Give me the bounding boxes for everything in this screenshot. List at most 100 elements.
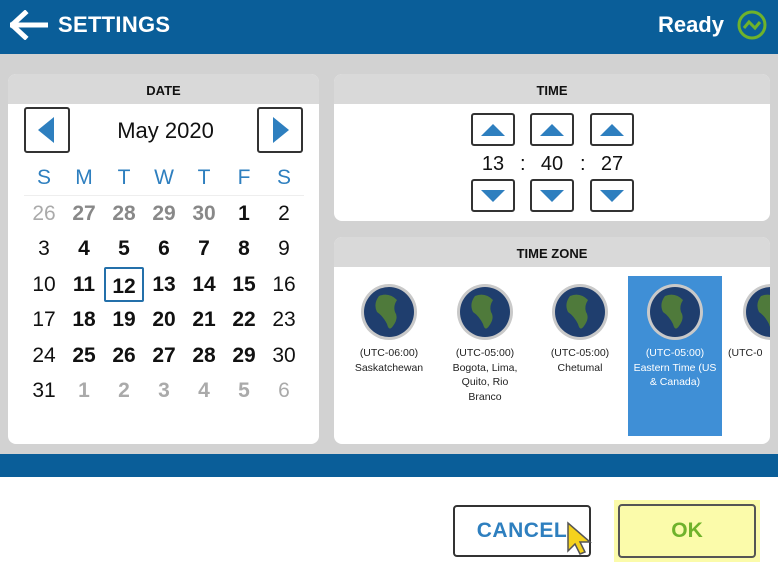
second-down-button[interactable] — [590, 179, 634, 212]
weekday-label: T — [117, 165, 131, 189]
calendar-day[interactable]: 4 — [64, 231, 104, 266]
calendar-day[interactable]: 31 — [24, 373, 64, 408]
weekday-label: W — [154, 165, 174, 189]
calendar-day[interactable]: 15 — [224, 267, 264, 302]
calendar-day[interactable]: 11 — [64, 267, 104, 302]
triangle-up-icon — [481, 124, 505, 136]
calendar-day[interactable]: 26 — [24, 196, 64, 231]
triangle-up-icon — [600, 124, 624, 136]
calendar-day[interactable]: 3 — [24, 231, 64, 266]
calendar-day[interactable]: 14 — [184, 267, 224, 302]
calendar-day[interactable]: 23 — [264, 302, 304, 337]
date-panel: DATE May 2020 S M T W T F S 26 27 28 29 … — [8, 74, 319, 444]
calendar-day[interactable]: 17 — [24, 302, 64, 337]
time-zone-city: Bogota, Lima, — [452, 361, 518, 374]
time-zone-label: (UTC-06:00) Saskatchewan — [344, 346, 434, 375]
calendar-day[interactable]: 16 — [264, 267, 304, 302]
time-zone-offset: (UTC-05:00) — [455, 347, 515, 359]
calendar-day[interactable]: 24 — [24, 338, 64, 373]
triangle-down-icon — [600, 190, 624, 202]
calendar-day[interactable]: 8 — [224, 231, 264, 266]
time-zone-label: (UTC-05:00) Bogota, Lima, Quito, Rio Bra… — [440, 346, 530, 404]
globe-icon — [361, 284, 417, 340]
status-text: Ready — [657, 12, 724, 37]
calendar-day[interactable]: 1 — [224, 196, 264, 231]
ok-button-highlight: OK — [614, 500, 760, 562]
calendar-week: 3 4 5 6 7 8 9 — [24, 231, 304, 267]
calendar-day[interactable]: 22 — [224, 302, 264, 337]
weekday-header: S M T W T F S — [24, 160, 304, 196]
calendar-day[interactable]: 2 — [264, 196, 304, 231]
calendar-day[interactable]: 9 — [264, 231, 304, 266]
globe-icon — [457, 284, 513, 340]
weekday-label: F — [237, 165, 251, 189]
footer-bar — [0, 454, 778, 477]
calendar-day[interactable]: 10 — [24, 267, 64, 302]
triangle-down-icon — [481, 190, 505, 202]
calendar-day[interactable]: 30 — [264, 338, 304, 373]
calendar-day[interactable]: 25 — [64, 338, 104, 373]
time-zone-option[interactable]: (UTC-05:00) Bogota, Lima, Quito, Rio Bra… — [438, 276, 532, 436]
calendar-day[interactable]: 18 — [64, 302, 104, 337]
time-zone-option[interactable]: (UTC-05:00) Chetumal — [533, 276, 627, 436]
globe-icon — [552, 284, 608, 340]
calendar-day[interactable]: 29 — [224, 338, 264, 373]
time-panel: TIME 13 : 40 : 27 — [334, 74, 770, 221]
date-heading: DATE — [8, 74, 319, 104]
time-zone-option[interactable]: (UTC-06:00) Saskatchewan — [342, 276, 436, 436]
time-zone-heading: TIME ZONE — [334, 237, 770, 267]
calendar-day[interactable]: 28 — [104, 196, 144, 231]
calendar-day[interactable]: 19 — [104, 302, 144, 337]
hour-value: 13 — [481, 153, 505, 175]
next-month-button[interactable] — [257, 107, 303, 153]
time-zone-city: Saskatchewan — [354, 361, 424, 374]
time-zone-city: Eastern Time (US — [633, 361, 717, 374]
time-zone-label: (UTC-05:00) Eastern Time (US & Canada) — [630, 346, 720, 390]
calendar-day[interactable]: 30 — [184, 196, 224, 231]
calendar-day[interactable]: 1 — [64, 373, 104, 408]
back-arrow-icon[interactable] — [10, 10, 48, 40]
calendar-day[interactable]: 28 — [184, 338, 224, 373]
calendar-day[interactable]: 4 — [184, 373, 224, 408]
calendar-day[interactable]: 13 — [144, 267, 184, 302]
triangle-down-icon — [540, 190, 564, 202]
time-zone-city: Branco — [468, 390, 502, 403]
chevron-right-icon — [273, 117, 289, 143]
calendar-day[interactable]: 3 — [144, 373, 184, 408]
hour-down-button[interactable] — [471, 179, 515, 212]
calendar-day[interactable]: 7 — [184, 231, 224, 266]
calendar-week: 17 18 19 20 21 22 23 — [24, 302, 304, 338]
time-zone-offset: (UTC-05:00) — [550, 347, 610, 359]
second-up-button[interactable] — [590, 113, 634, 146]
calendar-day[interactable]: 26 — [104, 338, 144, 373]
hour-up-button[interactable] — [471, 113, 515, 146]
calendar-day[interactable]: 27 — [144, 338, 184, 373]
minute-up-button[interactable] — [530, 113, 574, 146]
calendar-day[interactable]: 5 — [104, 231, 144, 266]
calendar-day[interactable]: 29 — [144, 196, 184, 231]
calendar-week: 10 11 12 13 14 15 16 — [24, 266, 304, 303]
weekday-label: S — [276, 165, 291, 189]
weekday-label: S — [36, 165, 51, 189]
minute-down-button[interactable] — [530, 179, 574, 212]
globe-icon — [647, 284, 703, 340]
mouse-pointer-icon — [567, 521, 592, 555]
calendar-day[interactable]: 21 — [184, 302, 224, 337]
ok-button[interactable]: OK — [618, 504, 756, 558]
triangle-up-icon — [540, 124, 564, 136]
previous-month-button[interactable] — [24, 107, 70, 153]
time-zone-city: & Canada) — [649, 376, 701, 388]
time-zone-option-selected[interactable]: (UTC-05:00) Eastern Time (US & Canada) — [628, 276, 722, 436]
calendar-day[interactable]: 6 — [144, 231, 184, 266]
power-status-icon — [737, 10, 767, 40]
calendar-day[interactable]: 5 — [224, 373, 264, 408]
calendar-day-selected[interactable]: 12 — [104, 266, 144, 302]
calendar-day[interactable]: 6 — [264, 373, 304, 408]
page-title: SETTINGS — [58, 12, 171, 37]
calendar-day[interactable]: 27 — [64, 196, 104, 231]
calendar-day[interactable]: 20 — [144, 302, 184, 337]
calendar-week: 24 25 26 27 28 29 30 — [24, 338, 304, 374]
time-zone-offset: (UTC-0 — [728, 347, 763, 359]
calendar-day[interactable]: 2 — [104, 373, 144, 408]
time-zone-option[interactable]: (UTC-0 — [724, 276, 770, 436]
